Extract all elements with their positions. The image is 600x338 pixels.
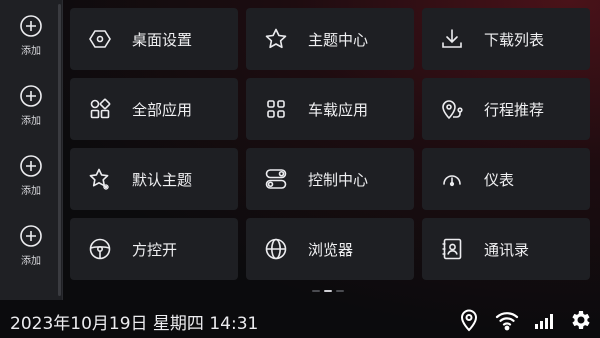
tile-label: 下载列表 (484, 30, 545, 49)
tile-download-list[interactable]: 下载列表 (422, 8, 590, 70)
steering-wheel-icon (88, 237, 112, 261)
sidebar-add-button-3[interactable]: 添加 (0, 140, 62, 210)
tile-contacts[interactable]: 通讯录 (422, 218, 590, 280)
sidebar-add-button-2[interactable]: 添加 (0, 70, 62, 140)
sidebar: 添加 添加 添加 添加 (0, 0, 63, 300)
globe-icon (264, 237, 288, 261)
tile-label: 方控开 (132, 240, 178, 259)
tile-label: 桌面设置 (132, 30, 193, 49)
tile-car-apps[interactable]: 车载应用 (246, 78, 414, 140)
route-pin-icon (440, 97, 464, 121)
tile-browser[interactable]: 浏览器 (246, 218, 414, 280)
sidebar-add-button-4[interactable]: 添加 (0, 210, 62, 280)
tile-label: 主题中心 (308, 30, 369, 49)
star-icon (264, 27, 288, 51)
location-icon[interactable] (457, 308, 481, 332)
tile-label: 控制中心 (308, 170, 369, 189)
add-circle-icon (20, 154, 42, 177)
contacts-icon (440, 237, 464, 261)
download-icon (440, 27, 464, 51)
status-datetime: 2023年10月19日 星期四 14:31 (10, 314, 259, 334)
tile-control-center[interactable]: 控制中心 (246, 148, 414, 210)
apps-grid-icon (88, 97, 112, 121)
tile-theme-center[interactable]: 主题中心 (246, 8, 414, 70)
add-circle-icon (20, 84, 42, 107)
tile-label: 仪表 (484, 170, 515, 189)
sidebar-add-button-1[interactable]: 添加 (0, 0, 62, 70)
tile-label: 默认主题 (132, 170, 193, 189)
page-dot-active[interactable] (324, 290, 332, 292)
sidebar-add-label: 添加 (21, 255, 41, 267)
tile-all-apps[interactable]: 全部应用 (70, 78, 238, 140)
tile-trip-recommend[interactable]: 行程推荐 (422, 78, 590, 140)
tile-label: 全部应用 (132, 100, 193, 119)
car-apps-icon (264, 97, 288, 121)
status-bar: 2023年10月19日 星期四 14:31 (0, 301, 600, 338)
gauge-icon (440, 167, 464, 191)
settings-gear-icon[interactable] (568, 308, 592, 332)
add-circle-icon (20, 224, 42, 247)
hexagon-settings-icon (88, 27, 112, 51)
tile-dashboard[interactable]: 仪表 (422, 148, 590, 210)
page-dot[interactable] (336, 290, 344, 292)
wifi-icon[interactable] (495, 308, 519, 332)
signal-icon[interactable] (532, 308, 556, 332)
page-indicator (312, 290, 344, 292)
add-circle-icon (20, 14, 42, 37)
app-tile-grid: 桌面设置 主题中心 下载列表 全部应用 车载应用 行程推荐 默认主题 控制中心 … (70, 8, 594, 280)
page-dot[interactable] (312, 290, 320, 292)
tile-label: 通讯录 (484, 240, 530, 259)
tile-label: 浏览器 (308, 240, 354, 259)
tile-label: 行程推荐 (484, 100, 545, 119)
tile-desktop-settings[interactable]: 桌面设置 (70, 8, 238, 70)
sidebar-scroll-handle[interactable] (58, 4, 61, 296)
tile-default-theme[interactable]: 默认主题 (70, 148, 238, 210)
sidebar-add-label: 添加 (21, 45, 41, 57)
toggles-icon (264, 167, 288, 191)
star-sparkle-icon (88, 167, 112, 191)
tile-label: 车载应用 (308, 100, 369, 119)
tile-steering-control[interactable]: 方控开 (70, 218, 238, 280)
sidebar-add-label: 添加 (21, 185, 41, 197)
sidebar-add-label: 添加 (21, 115, 41, 127)
